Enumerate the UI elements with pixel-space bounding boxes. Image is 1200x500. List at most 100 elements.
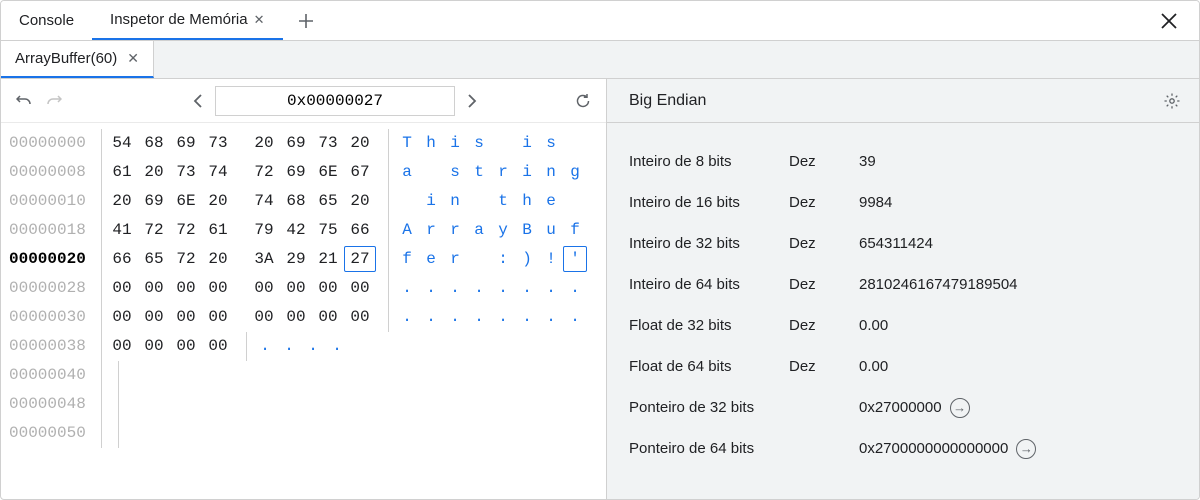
ascii-char[interactable]: r (443, 245, 467, 274)
ascii-char[interactable]: . (419, 303, 443, 332)
hex-byte[interactable]: 20 (344, 187, 376, 216)
hex-offset[interactable]: 00000030 (9, 303, 101, 332)
ascii-char[interactable]: s (467, 129, 491, 158)
hex-grid[interactable]: 000000005468697320697320This is 00000008… (1, 123, 606, 499)
hex-byte[interactable]: 20 (344, 129, 376, 158)
ascii-char[interactable] (467, 187, 491, 216)
ascii-char[interactable]: . (443, 303, 467, 332)
prev-page-button[interactable] (185, 88, 211, 114)
hex-byte[interactable]: 61 (202, 216, 234, 245)
hex-byte[interactable]: 72 (170, 216, 202, 245)
address-input[interactable] (215, 86, 455, 116)
hex-byte[interactable]: 61 (106, 158, 138, 187)
history-forward-button[interactable] (41, 88, 67, 114)
hex-byte[interactable]: 00 (280, 274, 312, 303)
interpreter-settings-button[interactable] (1163, 92, 1181, 110)
hex-byte[interactable]: 74 (248, 187, 280, 216)
hex-byte[interactable]: 29 (280, 245, 312, 274)
hex-offset[interactable]: 00000000 (9, 129, 101, 158)
history-back-button[interactable] (11, 88, 37, 114)
ascii-char[interactable]: . (395, 274, 419, 303)
hex-byte[interactable]: 00 (202, 332, 234, 361)
ascii-char[interactable] (563, 129, 587, 158)
ascii-char[interactable]: r (443, 216, 467, 245)
hex-byte[interactable]: 00 (106, 332, 138, 361)
ascii-char[interactable]: A (395, 216, 419, 245)
interpreter-format[interactable]: Dez (789, 358, 859, 375)
hex-byte[interactable]: 00 (280, 303, 312, 332)
close-buffer-tab-icon[interactable]: ✕ (127, 50, 139, 67)
hex-byte[interactable]: 69 (170, 129, 202, 158)
new-tab-button[interactable] (291, 6, 321, 36)
ascii-char[interactable]: T (395, 129, 419, 158)
hex-byte[interactable]: 74 (202, 158, 234, 187)
ascii-char[interactable] (467, 245, 491, 274)
hex-byte[interactable]: 3A (248, 245, 280, 274)
hex-byte[interactable]: 73 (202, 129, 234, 158)
ascii-char[interactable]: h (515, 187, 539, 216)
ascii-char[interactable]: . (515, 303, 539, 332)
interpreter-format[interactable]: Dez (789, 235, 859, 252)
next-page-button[interactable] (459, 88, 485, 114)
ascii-char[interactable]: f (395, 245, 419, 274)
ascii-char[interactable]: y (491, 216, 515, 245)
ascii-char[interactable]: . (467, 274, 491, 303)
hex-byte[interactable]: 79 (248, 216, 280, 245)
hex-byte[interactable]: 00 (202, 303, 234, 332)
ascii-char[interactable] (395, 187, 419, 216)
hex-byte[interactable]: 20 (138, 158, 170, 187)
ascii-char[interactable]: t (491, 187, 515, 216)
hex-byte[interactable]: 65 (312, 187, 344, 216)
hex-byte[interactable]: 72 (138, 216, 170, 245)
ascii-char[interactable]: s (443, 158, 467, 187)
hex-offset[interactable]: 00000020 (9, 245, 101, 274)
ascii-char[interactable]: . (395, 303, 419, 332)
hex-byte[interactable]: 00 (138, 332, 170, 361)
hex-byte[interactable]: 20 (202, 187, 234, 216)
hex-byte[interactable]: 75 (312, 216, 344, 245)
hex-byte[interactable]: 00 (106, 274, 138, 303)
ascii-char[interactable] (491, 129, 515, 158)
hex-byte[interactable]: 20 (202, 245, 234, 274)
ascii-char[interactable]: B (515, 216, 539, 245)
hex-byte[interactable]: 00 (170, 303, 202, 332)
interpreter-format[interactable]: Dez (789, 153, 859, 170)
hex-byte[interactable]: 54 (106, 129, 138, 158)
ascii-char[interactable]: : (491, 245, 515, 274)
buffer-tab[interactable]: ArrayBuffer(60) ✕ (1, 41, 154, 78)
hex-offset[interactable]: 00000018 (9, 216, 101, 245)
ascii-char[interactable]: . (325, 332, 349, 361)
interpreter-format[interactable]: Dez (789, 276, 859, 293)
ascii-char[interactable]: . (491, 274, 515, 303)
ascii-char[interactable]: ' (563, 246, 587, 272)
hex-byte[interactable]: 72 (170, 245, 202, 274)
ascii-char[interactable]: . (253, 332, 277, 361)
hex-byte[interactable]: 6E (312, 158, 344, 187)
hex-byte[interactable]: 00 (170, 332, 202, 361)
ascii-char[interactable]: . (467, 303, 491, 332)
jump-to-address-button[interactable]: → (1016, 439, 1036, 459)
ascii-char[interactable]: a (467, 216, 491, 245)
ascii-char[interactable]: . (539, 274, 563, 303)
ascii-char[interactable]: n (443, 187, 467, 216)
hex-byte[interactable]: 69 (138, 187, 170, 216)
hex-byte[interactable]: 68 (280, 187, 312, 216)
ascii-char[interactable]: . (539, 303, 563, 332)
hex-offset[interactable]: 00000038 (9, 332, 101, 361)
ascii-char[interactable]: . (301, 332, 325, 361)
refresh-button[interactable] (570, 88, 596, 114)
hex-byte[interactable]: 42 (280, 216, 312, 245)
ascii-char[interactable]: n (539, 158, 563, 187)
ascii-char[interactable]: i (443, 129, 467, 158)
hex-byte[interactable]: 69 (280, 129, 312, 158)
hex-byte[interactable]: 00 (138, 303, 170, 332)
tab-memory-inspector[interactable]: Inspetor de Memória ✕ (92, 1, 282, 40)
ascii-char[interactable]: u (539, 216, 563, 245)
ascii-char[interactable]: e (419, 245, 443, 274)
ascii-char[interactable]: e (539, 187, 563, 216)
hex-byte[interactable]: 67 (344, 158, 376, 187)
endianness-label[interactable]: Big Endian (629, 92, 706, 110)
hex-byte[interactable]: 00 (312, 274, 344, 303)
hex-byte[interactable]: 21 (312, 245, 344, 274)
ascii-char[interactable]: g (563, 158, 587, 187)
